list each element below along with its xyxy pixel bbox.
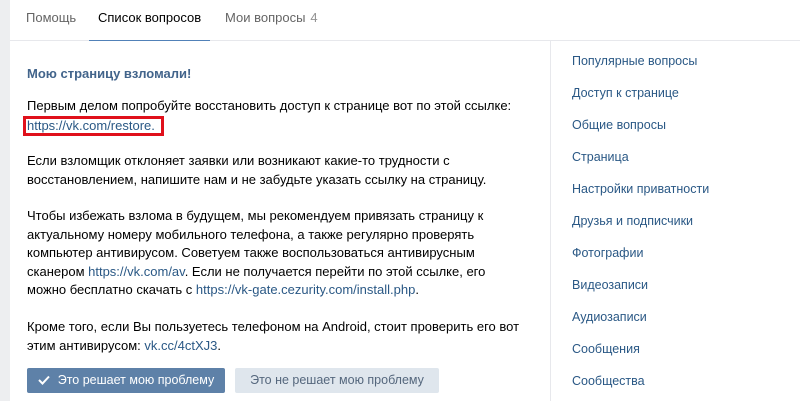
paragraph-text: . xyxy=(217,337,221,353)
sidebar-item-photos[interactable]: Фотографии xyxy=(572,246,643,260)
paragraph-contact: Если взломщик отклоняет заявки или возни… xyxy=(27,152,542,189)
paragraph-text: сканером xyxy=(27,263,89,279)
button-label: Это решает мою проблему xyxy=(57,373,215,387)
paragraph-line: Кроме того, если Вы пользуетесь телефоно… xyxy=(27,319,520,334)
tab-count: 4 xyxy=(310,10,318,25)
restore-highlight-box: https://vk.com/restore. xyxy=(23,115,164,136)
restore-link[interactable]: https://vk.com/restore. xyxy=(27,118,155,133)
paragraph-text: . xyxy=(415,282,419,298)
tab-label: Список вопросов xyxy=(98,10,202,25)
check-icon xyxy=(38,375,50,385)
article-title: Мою страницу взломали! xyxy=(27,66,192,81)
sidebar-item-videos[interactable]: Видеозаписи xyxy=(572,278,648,292)
paragraph-line: Чтобы избежать взлома в будущем, мы реко… xyxy=(27,208,484,223)
sidebar-item-page-access[interactable]: Доступ к странице xyxy=(572,86,679,100)
paragraph-text: этим антивирусом: xyxy=(27,337,145,353)
sidebar-item-page[interactable]: Страница xyxy=(572,150,629,164)
sidebar-item-communities[interactable]: Сообщества xyxy=(572,374,645,388)
paragraph-text: . Если не получается перейти по этой ссы… xyxy=(184,263,486,279)
sidebar-item-audio[interactable]: Аудиозаписи xyxy=(572,310,647,324)
tab-my-questions[interactable]: Мои вопросы 4 xyxy=(225,0,318,41)
android-antivirus-link[interactable]: vk.cc/4ctXJ3 xyxy=(144,338,217,353)
paragraph-prevention: Чтобы избежать взлома в будущем, мы реко… xyxy=(27,207,542,300)
tab-label: Мои вопросы xyxy=(225,10,306,25)
tab-help[interactable]: Помощь xyxy=(26,0,76,41)
button-label: Это не решает мою проблему xyxy=(250,373,424,387)
solves-problem-button[interactable]: Это решает мою проблему xyxy=(27,368,225,393)
paragraph-android: Кроме того, если Вы пользуетесь телефоно… xyxy=(27,318,542,355)
sidebar-item-popular[interactable]: Популярные вопросы xyxy=(572,54,697,68)
cezurity-download-link[interactable]: https://vk-gate.cezurity.com/install.php xyxy=(196,282,415,297)
paragraph-restore: Первым делом попробуйте восстановить дос… xyxy=(23,97,542,136)
antivirus-link[interactable]: https://vk.com/av xyxy=(88,264,185,279)
tab-questions-list[interactable]: Список вопросов xyxy=(88,0,211,42)
sidebar-item-messages[interactable]: Сообщения xyxy=(572,342,640,356)
tabs-bar: Помощь Список вопросов Мои вопросы 4 xyxy=(10,0,800,42)
sidebar-item-privacy[interactable]: Настройки приватности xyxy=(572,182,709,196)
tab-label: Помощь xyxy=(26,10,77,25)
not-solves-problem-button[interactable]: Это не решает мою проблему xyxy=(235,368,439,393)
paragraph-text: можно бесплатно скачать с xyxy=(27,282,196,298)
paragraph-line: Если взломщик отклоняет заявки или возни… xyxy=(27,153,450,168)
sidebar-item-friends[interactable]: Друзья и подписчики xyxy=(572,214,693,228)
paragraph-line: восстановлением, напишите нам и не забуд… xyxy=(27,171,487,187)
categories-sidebar: Популярные вопросы Доступ к странице Общ… xyxy=(550,41,800,401)
paragraph-line: компьютер антивирусом. Советуем также во… xyxy=(27,245,475,261)
paragraph-line: актуальному номеру мобильного телефона, … xyxy=(27,226,475,242)
sidebar-item-general[interactable]: Общие вопросы xyxy=(572,118,666,132)
article-panel: Мою страницу взломали! Первым делом попр… xyxy=(10,41,550,401)
paragraph-text: Первым делом попробуйте восстановить дос… xyxy=(27,98,512,113)
